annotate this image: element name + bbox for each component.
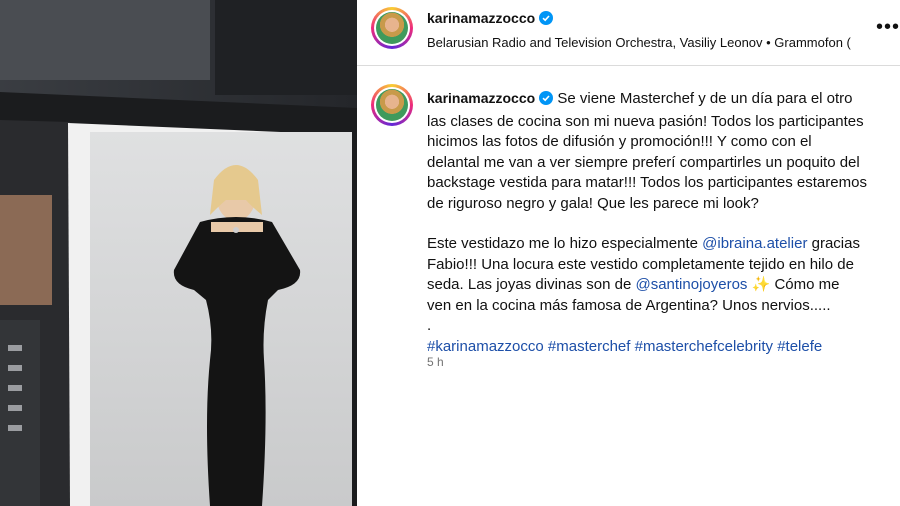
author-avatar[interactable]	[371, 7, 413, 49]
audio-track-link[interactable]: Belarusian Radio and Television Orchestr…	[427, 35, 857, 50]
hashtag-row: #karinamazzocco #masterchef #masterchefc…	[427, 337, 867, 358]
photo-illustration	[0, 0, 357, 506]
verified-badge-icon	[539, 91, 554, 112]
caption-paragraph-1: karinamazzocco Se viene Masterchef y de …	[427, 88, 867, 214]
mention-santinojoyeros[interactable]: @santinojoyeros	[635, 276, 747, 293]
mention-ibraina-atelier[interactable]: @ibraina.atelier	[702, 235, 807, 252]
header-user-row: karinamazzocco	[427, 10, 554, 30]
hashtag-masterchef[interactable]: #masterchef	[548, 338, 631, 355]
post-photo[interactable]	[0, 0, 357, 506]
caption-text-1: Se viene Masterchef y de un día para el …	[427, 90, 867, 212]
caption-paragraph-2: Este vestidazo me lo hizo especialmente …	[427, 234, 867, 316]
caption-text-2a: Este vestidazo me lo hizo especialmente	[427, 235, 698, 252]
hashtag-karinamazzocco[interactable]: #karinamazzocco	[427, 338, 544, 355]
hashtag-masterchefcelebrity[interactable]: #masterchefcelebrity	[635, 338, 773, 355]
caption-dot: .	[427, 317, 432, 334]
caption: karinamazzocco Se viene Masterchef y de …	[427, 88, 867, 357]
verified-badge-icon	[539, 11, 554, 30]
header-divider	[357, 65, 900, 66]
header-username[interactable]: karinamazzocco	[427, 10, 535, 26]
post-timestamp[interactable]: 5 h	[427, 355, 444, 369]
sparkle-emoji: ✨	[751, 276, 771, 293]
hashtag-telefe[interactable]: #telefe	[777, 338, 822, 355]
caption-avatar[interactable]	[371, 84, 413, 126]
more-options-icon[interactable]: •••	[876, 16, 900, 39]
caption-username[interactable]: karinamazzocco	[427, 90, 535, 106]
